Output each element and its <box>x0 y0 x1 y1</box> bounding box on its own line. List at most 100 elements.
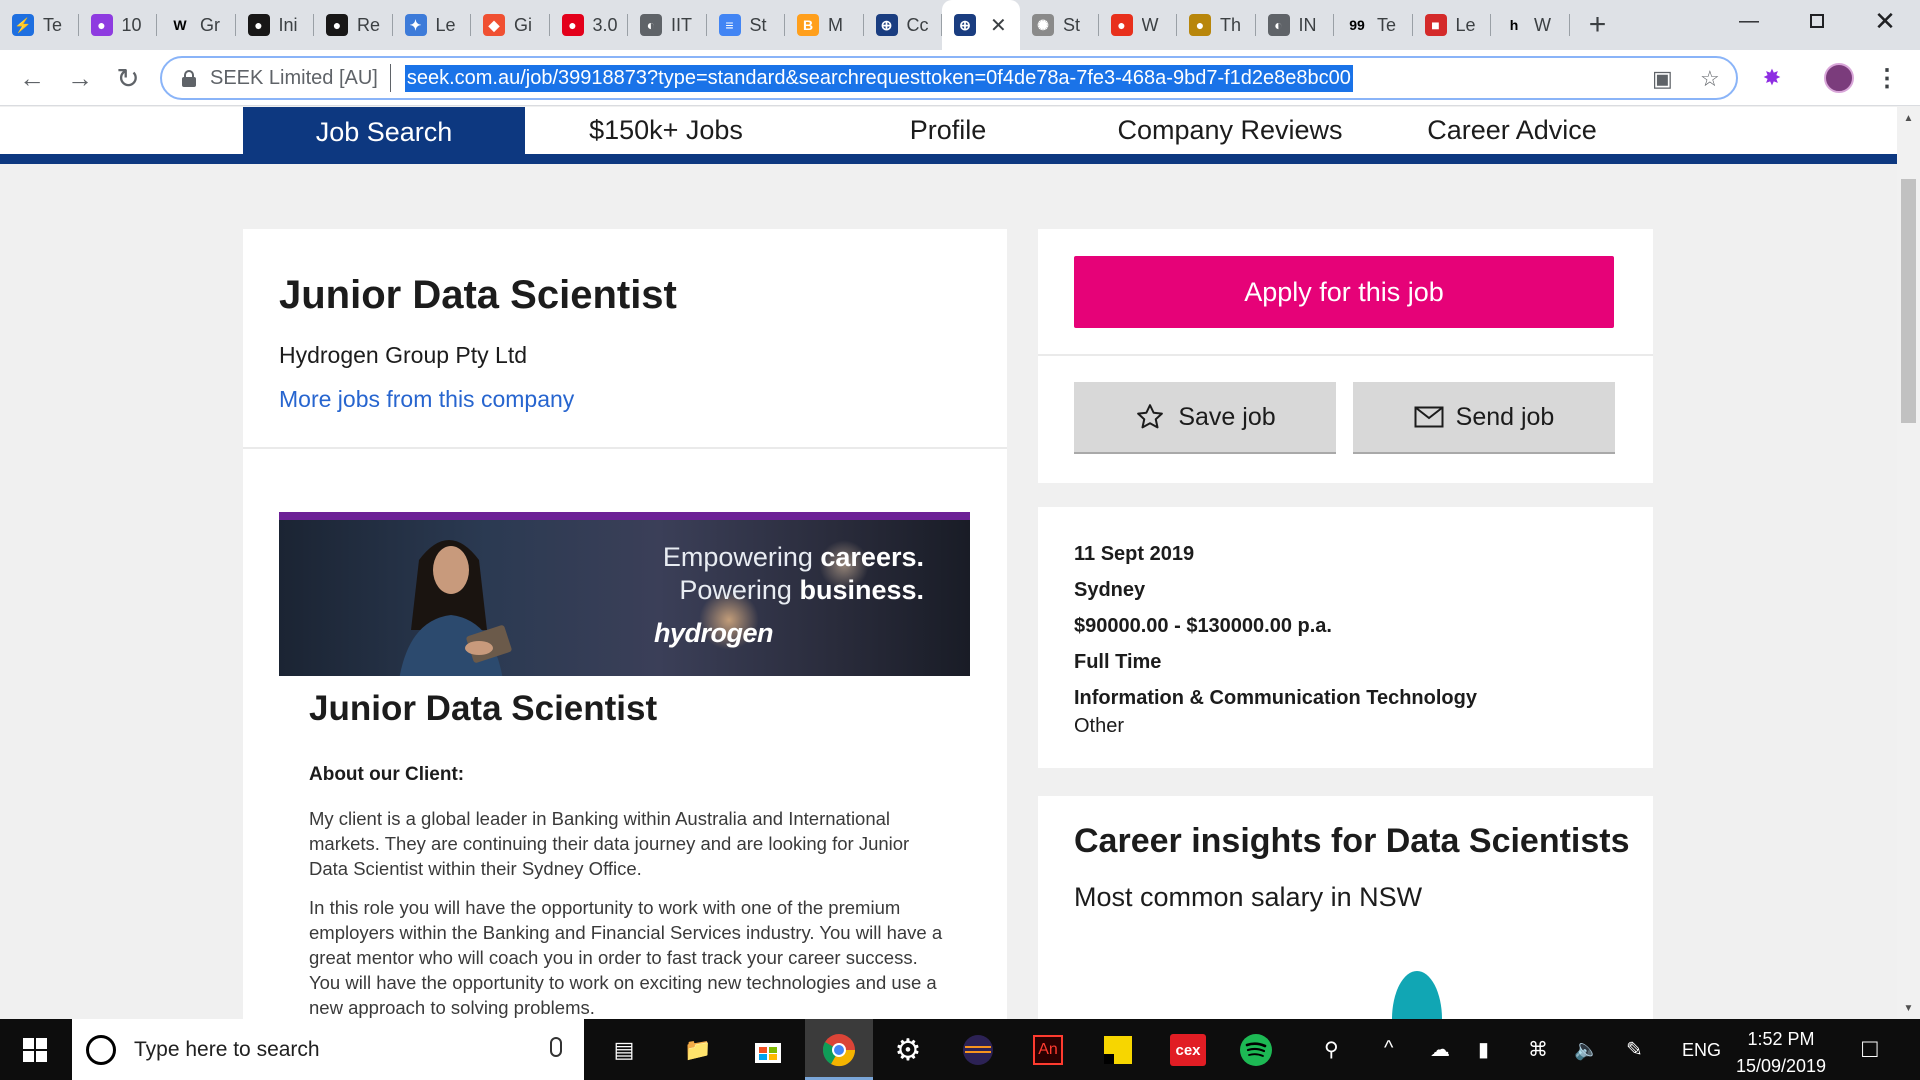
minimize-button[interactable]: — <box>1714 0 1784 42</box>
install-app-icon[interactable]: ▣ <box>1652 66 1673 92</box>
chrome-menu-icon[interactable]: ⋮ <box>1872 63 1902 93</box>
taskbar-search[interactable]: Type here to search <box>72 1019 584 1080</box>
extension-icon[interactable]: ✸ <box>1757 63 1787 93</box>
woman-with-tablet-illustration <box>399 540 512 676</box>
browser-toolbar: ← → ↻ SEEK Limited [AU] seek.com.au/job/… <box>0 50 1920 106</box>
browser-tab[interactable]: ≡ St <box>707 0 786 50</box>
file-explorer-icon[interactable]: 📁 <box>676 1029 720 1071</box>
browser-tab[interactable]: ■ Le <box>1413 0 1492 50</box>
nav-profile[interactable]: Profile <box>807 107 1089 154</box>
address-divider <box>389 64 391 92</box>
send-job-button[interactable]: Send job <box>1353 382 1615 454</box>
start-button[interactable] <box>0 1019 70 1080</box>
apply-button[interactable]: Apply for this job <box>1074 256 1614 328</box>
profile-avatar[interactable] <box>1824 63 1854 93</box>
settings-gear-icon[interactable]: ⚙ <box>886 1029 930 1071</box>
tab-title: Le <box>435 14 456 35</box>
job-subclassification[interactable]: Other <box>1074 715 1124 738</box>
browser-tab[interactable]: ⊕ Cc <box>864 0 943 50</box>
restore-button[interactable] <box>1782 0 1852 42</box>
eclipse-icon[interactable] <box>956 1029 1000 1071</box>
notifications-icon[interactable]: □ <box>1862 1033 1878 1064</box>
tab-title: Le <box>1455 14 1476 35</box>
banner-line-1: Empowering careers. <box>662 542 924 572</box>
site-identity[interactable]: SEEK Limited [AU] <box>210 67 378 90</box>
tab-title: St <box>1063 14 1081 35</box>
scroll-down-arrow[interactable]: ▼ <box>1897 997 1920 1019</box>
store-icon[interactable] <box>746 1029 790 1071</box>
browser-tab[interactable]: ● 10 <box>79 0 158 50</box>
browser-tab[interactable]: hW <box>1491 0 1570 50</box>
tab-title: M <box>828 14 843 35</box>
more-jobs-link[interactable]: More jobs from this company <box>279 386 574 413</box>
browser-tab[interactable]: ✺ St <box>1020 0 1099 50</box>
browser-tab[interactable]: ◐ IN <box>1256 0 1335 50</box>
puzzle-icon: ✦ <box>404 14 427 36</box>
browser-tab[interactable]: ⊕ ✕ <box>942 0 1020 50</box>
browser-tab[interactable]: ◆ Gi <box>471 0 550 50</box>
chrome-taskbar-icon[interactable] <box>817 1029 861 1071</box>
scroll-thumb[interactable] <box>1901 179 1916 423</box>
new-tab-button[interactable]: + <box>1578 0 1618 50</box>
windows-logo-icon <box>23 1037 47 1062</box>
medium-icon: B <box>797 14 819 36</box>
sticky-notes-icon[interactable] <box>1096 1029 1140 1071</box>
back-button[interactable]: ← <box>14 60 50 96</box>
url-text[interactable]: seek.com.au/job/39918873?type=standard&s… <box>404 64 1353 92</box>
tray-chevron-icon[interactable]: ^ <box>1384 1037 1393 1060</box>
nav-job-search[interactable]: Job Search <box>243 107 525 157</box>
bookmark-star-icon[interactable]: ☆ <box>1700 66 1720 92</box>
task-view-icon[interactable]: ▤ <box>602 1029 646 1071</box>
browser-tab[interactable]: ● Th <box>1177 0 1256 50</box>
banner-line-2: Powering business. <box>679 575 924 605</box>
wifi-icon[interactable]: ⌘ <box>1528 1037 1548 1062</box>
language-indicator[interactable]: ENG <box>1682 1040 1721 1061</box>
close-tab-icon[interactable]: ✕ <box>990 13 1007 38</box>
lock-icon[interactable] <box>182 70 196 87</box>
scroll-up-arrow[interactable]: ▲ <box>1897 107 1920 129</box>
work-type: Full Time <box>1074 651 1162 673</box>
pen-icon[interactable]: ✎ <box>1626 1037 1643 1062</box>
nav-career-advice[interactable]: Career Advice <box>1371 107 1653 154</box>
animate-icon[interactable]: An <box>1026 1029 1070 1071</box>
salary-range: $90000.00 - $130000.00 p.a. <box>1074 615 1332 637</box>
job-classification[interactable]: Information & Communication Technology <box>1074 687 1477 710</box>
browser-tab[interactable]: ● 3.0 <box>550 0 629 50</box>
tab-title: Gr <box>200 14 220 35</box>
battery-icon[interactable]: ▮ <box>1478 1037 1489 1062</box>
job-location: Sydney <box>1074 579 1146 601</box>
tab-title: Ini <box>278 14 298 35</box>
address-bar[interactable]: SEEK Limited [AU] seek.com.au/job/399188… <box>160 56 1738 100</box>
reload-button[interactable]: ↻ <box>110 60 146 96</box>
spotify-icon[interactable] <box>1234 1029 1278 1071</box>
forward-button[interactable]: → <box>62 60 98 96</box>
cex-icon[interactable]: cex <box>1166 1029 1210 1071</box>
card-divider <box>243 447 1007 449</box>
browser-tab[interactable]: 99 Te <box>1334 0 1413 50</box>
browser-tab[interactable]: BM <box>785 0 864 50</box>
nav-150k-jobs[interactable]: $150k+ Jobs <box>525 107 807 154</box>
browser-tab[interactable]: ✦ Le <box>393 0 472 50</box>
browser-tab[interactable]: W Gr <box>157 0 236 50</box>
tab-title: Th <box>1220 14 1242 35</box>
tab-title: Gi <box>514 14 532 35</box>
save-job-button[interactable]: Save job <box>1074 382 1336 454</box>
browser-tab[interactable]: ● W <box>1099 0 1178 50</box>
browser-tab[interactable]: ● Ini <box>236 0 315 50</box>
git-icon: ◆ <box>483 14 505 36</box>
people-icon[interactable]: ⚲ <box>1324 1037 1339 1062</box>
tomato-icon: ● <box>1110 14 1133 36</box>
close-window-button[interactable]: ✕ <box>1850 0 1920 42</box>
nav-company-reviews[interactable]: Company Reviews <box>1089 107 1371 154</box>
onedrive-icon[interactable]: ☁ <box>1430 1037 1450 1062</box>
system-clock[interactable]: 1:52 PM 15/09/2019 <box>1726 1026 1836 1080</box>
microphone-icon[interactable] <box>550 1037 562 1057</box>
browser-tab[interactable]: ◐ IIT <box>628 0 707 50</box>
page-viewport: Job Search $150k+ Jobs Profile Company R… <box>0 107 1897 1019</box>
browser-tab[interactable]: ⚡ Te <box>0 0 79 50</box>
description-paragraph: My client is a global leader in Banking … <box>309 808 910 879</box>
browser-tab[interactable]: ● Re <box>314 0 393 50</box>
globe-blue-icon: ⊕ <box>875 14 898 36</box>
volume-icon[interactable]: 🔈 <box>1574 1037 1599 1062</box>
page-scrollbar[interactable]: ▲ ▼ <box>1897 107 1920 1019</box>
